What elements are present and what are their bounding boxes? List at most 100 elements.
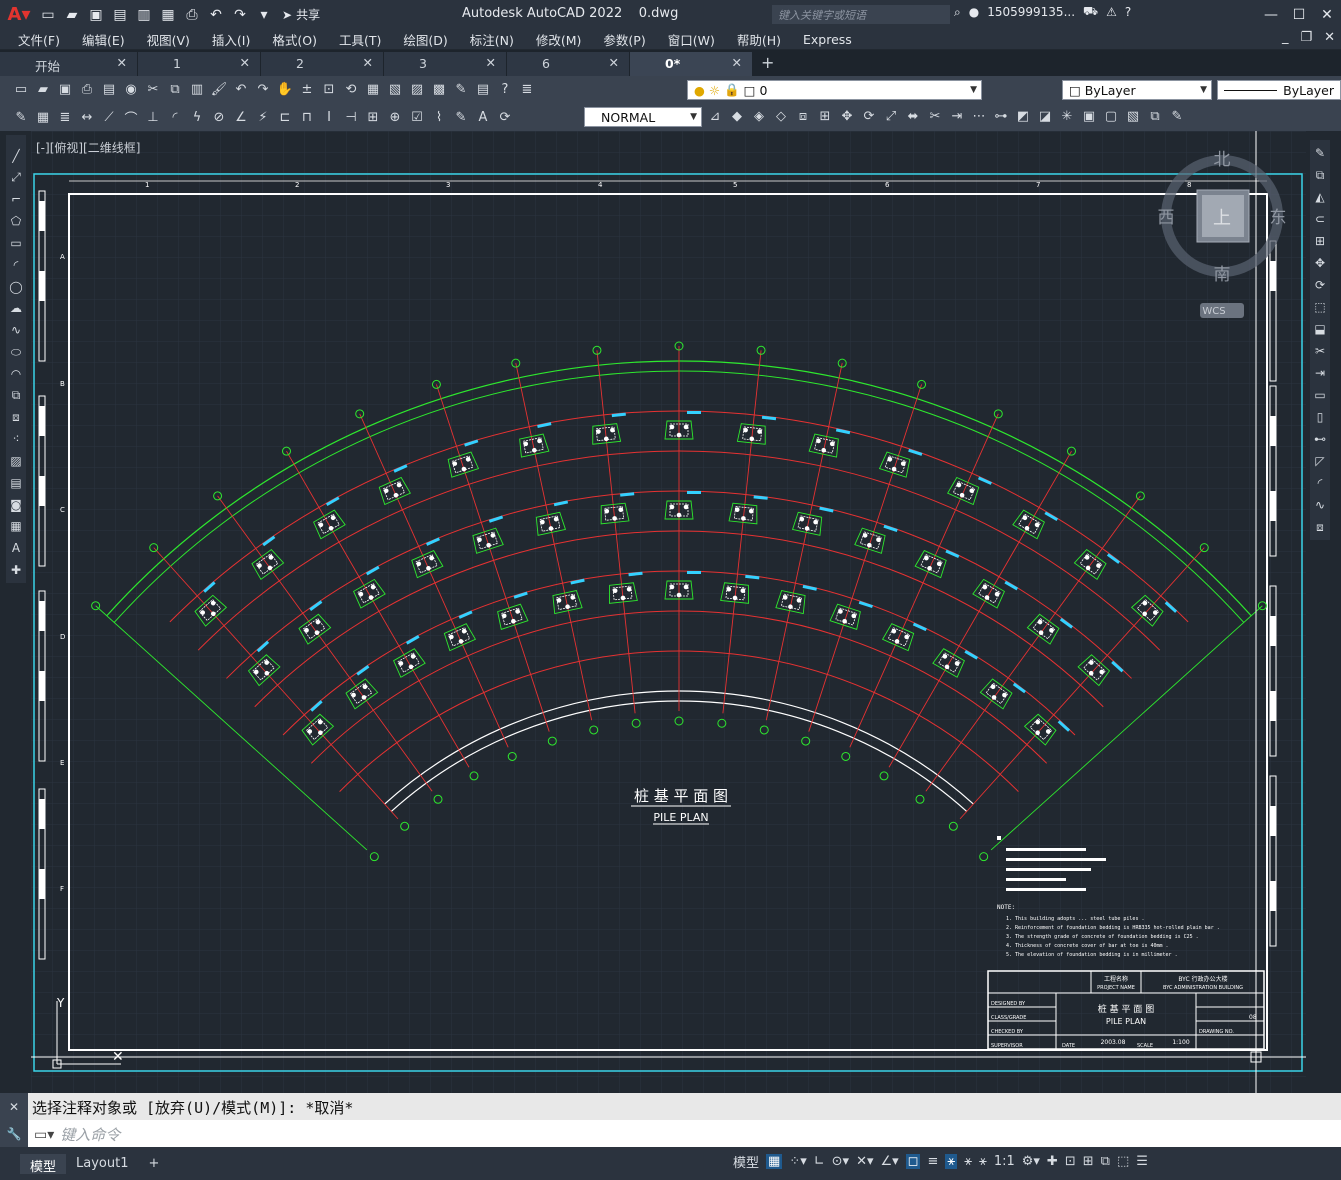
menu-format[interactable]: 格式(O) [272, 30, 317, 49]
viewcube[interactable]: 北 南 西 东 上 WCS [1150, 145, 1290, 325]
gradient-icon[interactable]: ▤ [7, 474, 25, 492]
help-icon[interactable]: ? [1125, 5, 1131, 19]
scale-icon[interactable]: ⤢ [882, 107, 900, 125]
jogged-linear-icon[interactable]: ⌇ [430, 108, 448, 126]
save-web-icon[interactable]: ▦ [158, 5, 178, 25]
dimstyle-dropdown[interactable]: NORMAL ▼ [584, 107, 702, 127]
drawing-area[interactable]: 12345678 ABCDEF Y ✕ 桩 基 平 面 图 PILE PLAN … [31, 131, 1306, 1093]
menu-tools[interactable]: 工具(T) [339, 30, 381, 49]
osnap-icon[interactable]: ✕▾ [856, 1154, 873, 1169]
zoom-realtime-icon[interactable]: ± [298, 81, 316, 99]
spline-icon[interactable]: ∿ [7, 321, 25, 339]
edit-icon[interactable]: ✎ [12, 108, 30, 126]
menu-file[interactable]: 文件(F) [18, 30, 60, 49]
layers-icon[interactable]: ≣ [56, 108, 74, 126]
fullscreen-icon[interactable]: ⬚ [1117, 1154, 1129, 1169]
erase-icon[interactable]: ✎ [1311, 144, 1329, 162]
open-web-icon[interactable]: ▥ [134, 5, 154, 25]
polygon-icon[interactable]: ⬠ [7, 212, 25, 230]
paste-icon[interactable]: ▥ [188, 81, 206, 99]
close-icon[interactable]: ✕ [1313, 0, 1341, 29]
point-icon[interactable]: ⁖ [7, 430, 25, 448]
break-at-point-icon[interactable]: ▭ [1311, 386, 1329, 404]
arc-length-icon[interactable]: ⌒ [122, 108, 140, 127]
viewport-controls[interactable]: [-][俯视][二维线框] [36, 139, 140, 156]
arc-icon[interactable]: ◜ [7, 256, 25, 274]
scale-icon[interactable]: ⬚ [1311, 298, 1329, 316]
add-selected-icon[interactable]: ✚ [7, 561, 25, 579]
user-icon[interactable]: ● [969, 5, 979, 19]
polyline-icon[interactable]: ⌐ [7, 191, 25, 209]
layer-manager-icon[interactable]: ≣ [518, 81, 536, 99]
tab-1[interactable]: 1 ✕ [138, 52, 261, 76]
tab-3[interactable]: 3 ✕ [384, 52, 507, 76]
linetype-dropdown[interactable]: ByLayer [1217, 80, 1341, 100]
stretch-icon[interactable]: ⬓ [1311, 320, 1329, 338]
chamfer-icon[interactable]: ◸ [1311, 452, 1329, 470]
baseline-icon[interactable]: ⊏ [276, 108, 294, 126]
dim-space-icon[interactable]: I [320, 108, 338, 126]
autocad-logo-icon[interactable]: A▾ [0, 0, 38, 29]
command-input[interactable]: 键入命令 [60, 1124, 120, 1145]
array-icon[interactable]: ⊞ [816, 107, 834, 125]
mirror-icon[interactable]: ◇ [772, 107, 790, 125]
search-input[interactable]: 键入关键字或短语 [772, 5, 950, 24]
break-icon[interactable]: ▯ [1311, 408, 1329, 426]
rotate-icon[interactable]: ⟳ [860, 107, 878, 125]
menu-view[interactable]: 视图(V) [147, 30, 190, 49]
tab-0[interactable]: 0* ✕ [630, 52, 753, 76]
annotation-scale-icon[interactable]: ⚹ [979, 1154, 987, 1169]
close-tab-icon[interactable]: ✕ [609, 55, 619, 70]
object-snap-icon[interactable]: ◻ [905, 1154, 921, 1169]
new-file-icon[interactable]: ▭ [38, 5, 58, 25]
array-icon[interactable]: ⊞ [1311, 232, 1329, 250]
diameter-icon[interactable]: ⊘ [210, 108, 228, 126]
move-icon[interactable]: ✥ [838, 107, 856, 125]
grid-icon[interactable]: ▦ [766, 1154, 783, 1169]
qnew-icon[interactable]: ▭ [12, 81, 30, 99]
annotation-visibility-icon[interactable]: ⚹ [945, 1154, 958, 1169]
insert-block-icon[interactable]: ⧉ [1146, 107, 1164, 125]
model-space-button[interactable]: 模型 [733, 1152, 759, 1171]
close-command-icon[interactable]: ✕ [0, 1093, 28, 1120]
calculator-icon[interactable]: ▤ [474, 81, 492, 99]
cut-icon[interactable]: ✂ [144, 81, 162, 99]
stretch-icon[interactable]: ⬌ [904, 107, 922, 125]
markup-icon[interactable]: ✎ [452, 81, 470, 99]
dim-break-icon[interactable]: ⊣ [342, 108, 360, 126]
sheet-set-icon[interactable]: ▩ [430, 81, 448, 99]
make-block-icon[interactable]: ⧈ [7, 409, 25, 427]
tool-palettes-icon[interactable]: ▨ [408, 81, 426, 99]
table-icon[interactable]: ▦ [7, 518, 25, 536]
snap-icon[interactable]: ⁘▾ [789, 1154, 806, 1169]
properties-icon[interactable]: ▦ [364, 81, 382, 99]
hardware-acceleration-icon[interactable]: ⊞ [1083, 1154, 1094, 1169]
menu-edit[interactable]: 编辑(E) [82, 30, 125, 49]
angular-icon[interactable]: ∠ [232, 108, 250, 126]
menu-express[interactable]: Express [803, 32, 852, 47]
publish-icon[interactable]: ◉ [122, 81, 140, 99]
insert-icon[interactable]: ⧉ [7, 387, 25, 405]
close-tab-icon[interactable]: ✕ [117, 55, 127, 70]
quick-dim-icon[interactable]: ⚡ [254, 108, 272, 126]
doc-minimize-icon[interactable]: _ [1282, 30, 1289, 45]
redo-icon[interactable]: ↷ [254, 81, 272, 99]
pan-icon[interactable]: ✋ [276, 81, 294, 99]
recent-commands-icon[interactable]: ▭▾ [34, 1127, 54, 1143]
group-icon[interactable]: ▣ [1080, 107, 1098, 125]
save-as-icon[interactable]: ▤ [110, 5, 130, 25]
pin-icon[interactable]: ✎ [1168, 107, 1186, 125]
menu-modify[interactable]: 修改(M) [536, 30, 582, 49]
tab-start[interactable]: 开始 ✕ [0, 52, 138, 76]
close-tab-icon[interactable]: ✕ [732, 55, 742, 70]
mirror-icon[interactable]: ◭ [1311, 188, 1329, 206]
customize-menu-icon[interactable]: ☰ [1136, 1154, 1148, 1169]
plot-icon[interactable]: ⎙ [182, 5, 202, 25]
circle-icon[interactable]: ◯ [7, 278, 25, 296]
dim-edit-icon[interactable]: ✎ [452, 108, 470, 126]
new-tab-icon[interactable]: + [753, 53, 782, 76]
close-tab-icon[interactable]: ✕ [240, 55, 250, 70]
lineweight-icon[interactable]: ≡ [927, 1154, 938, 1169]
annotation-scale-value[interactable]: 1:1 [994, 1154, 1015, 1169]
autodesk-app-icon[interactable]: ⚠ [1106, 5, 1117, 19]
